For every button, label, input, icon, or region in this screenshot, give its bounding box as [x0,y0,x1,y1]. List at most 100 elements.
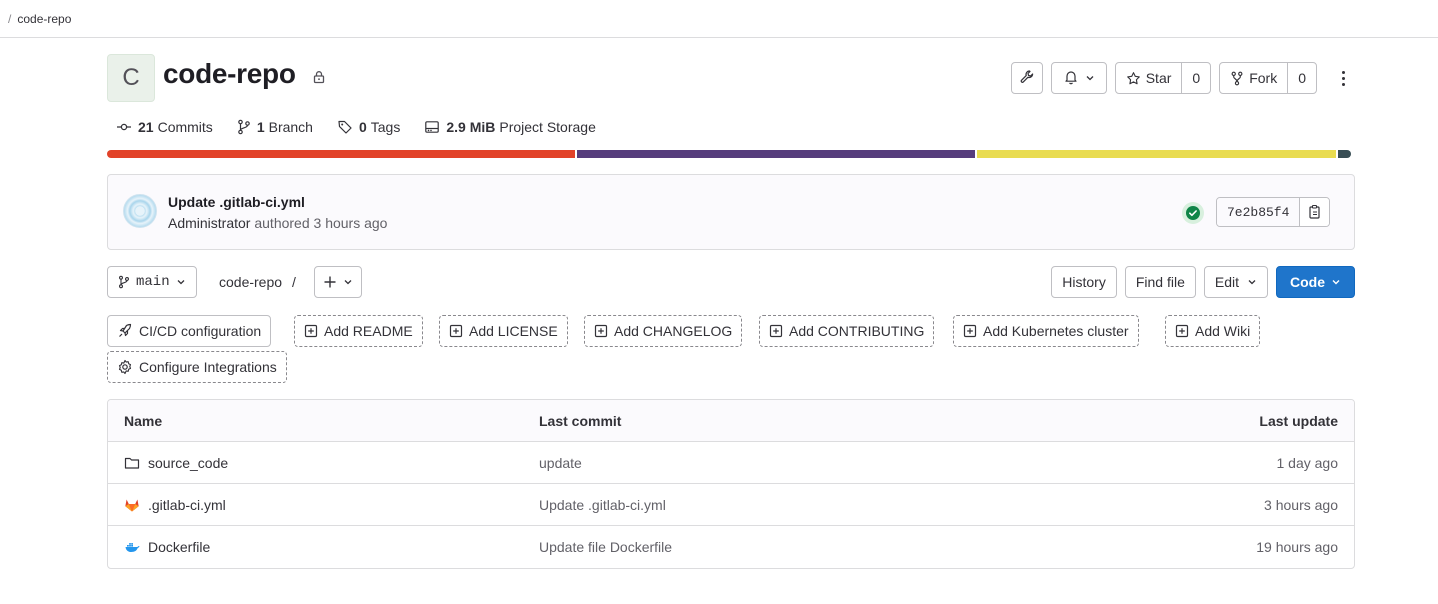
fork-button-group: Fork 0 [1219,62,1317,94]
add-changelog-button[interactable]: Add CHANGELOG [584,315,743,347]
plus-icon [323,275,337,289]
file-name-cell[interactable]: source_code [124,455,228,471]
file-name[interactable]: source_code [148,455,228,471]
disk-icon [424,119,446,135]
star-button[interactable]: Star [1116,63,1182,93]
commits-stat[interactable]: 21 Commits [116,119,213,135]
language-bar-segment[interactable] [107,150,576,158]
commit-author[interactable]: Administrator [168,215,250,231]
wrench-icon [1019,69,1035,88]
file-last-commit[interactable]: Update file Dockerfile [539,539,672,555]
add-readme-button[interactable]: Add README [294,315,423,347]
last-commit-panel: Update .gitlab-ci.yml Administrator auth… [107,174,1355,250]
column-header-last-commit: Last commit [539,412,622,429]
branch-name: main [136,274,170,290]
add-to-tree-dropdown[interactable] [314,266,362,298]
star-count[interactable]: 0 [1181,63,1210,93]
add-readme-label: Add README [324,323,413,339]
language-bar-segment[interactable] [976,150,1336,158]
storage-size: 2.9 MiB [446,119,496,135]
storage-stat[interactable]: 2.9 MiB Project Storage [424,119,596,135]
project-avatar[interactable]: C [107,54,155,102]
file-name-cell[interactable]: .gitlab-ci.yml [124,497,226,513]
plus-square-icon [1175,324,1195,338]
file-last-update: 19 hours ago [1256,539,1338,555]
history-button[interactable]: History [1051,266,1117,298]
breadcrumb-separator: / [8,11,12,26]
file-last-commit[interactable]: Update .gitlab-ci.yml [539,497,666,513]
more-actions-kebab-icon[interactable] [1331,62,1355,94]
table-row[interactable]: source_code update 1 day ago [108,442,1354,484]
column-header-last-update: Last update [1259,412,1338,429]
file-tree-table: Name Last commit Last update source_code… [107,399,1355,569]
fork-button[interactable]: Fork [1220,63,1287,93]
chevron-down-icon [176,277,186,287]
commit-icon [116,119,138,135]
pipeline-status-success-icon[interactable] [1182,202,1204,224]
add-contributing-label: Add CONTRIBUTING [789,323,925,339]
code-dropdown[interactable]: Code [1276,266,1355,298]
add-license-label: Add LICENSE [469,323,558,339]
path-root-link[interactable]: code-repo [219,274,282,290]
plus-square-icon [449,324,469,338]
language-bar-segment[interactable] [1337,150,1352,158]
branches-stat[interactable]: 1 Branch [237,119,313,135]
notifications-dropdown[interactable] [1050,62,1107,94]
chevron-down-icon [1247,277,1257,287]
file-last-update: 1 day ago [1276,454,1339,471]
cicd-configuration-button[interactable]: CI/CD configuration [107,315,272,347]
project-header: C code-repo Star 0 Fork 0 [107,54,1355,102]
settings-button[interactable] [1010,62,1043,94]
branch-icon [237,119,257,135]
commit-meta: Administrator authored 3 hours ago [168,215,387,231]
commit-sha[interactable]: 7e2b85f4 [1217,198,1300,226]
add-license-button[interactable]: Add LICENSE [439,315,568,347]
rocket-icon [117,323,139,339]
file-last-update: 3 hours ago [1264,496,1338,513]
star-label: Star [1145,70,1172,86]
plus-square-icon [594,324,614,338]
tags-count: 0 [358,119,367,135]
project-actions: Star 0 Fork 0 [1010,62,1355,94]
lock-icon [312,70,326,87]
commit-title[interactable]: Update .gitlab-ci.yml [168,194,305,210]
plus-square-icon [304,324,324,338]
branch-selector[interactable]: main [107,266,197,298]
add-wiki-button[interactable]: Add Wiki [1165,315,1261,347]
file-name[interactable]: .gitlab-ci.yml [148,497,226,513]
add-kubernetes-cluster-label: Add Kubernetes cluster [983,323,1129,339]
chevron-down-icon [343,277,353,287]
file-last-commit[interactable]: update [539,455,582,471]
add-contributing-button[interactable]: Add CONTRIBUTING [759,315,935,347]
chevron-down-icon [1331,277,1341,287]
tags-stat[interactable]: 0 Tags [337,119,400,135]
file-name[interactable]: Dockerfile [148,539,210,555]
top-breadcrumb-bar: / code-repo [0,0,1438,38]
plus-square-icon [769,324,789,338]
storage-label: Project Storage [499,119,596,135]
code-label: Code [1290,274,1325,290]
copy-sha-button[interactable] [1299,198,1330,226]
cicd-configuration-label: CI/CD configuration [139,323,262,339]
find-file-button[interactable]: Find file [1124,266,1196,298]
table-row[interactable]: .gitlab-ci.yml Update .gitlab-ci.yml 3 h… [108,484,1354,526]
tree-actions: History Find file Edit Code [1051,266,1355,298]
folder-icon [124,455,144,471]
add-kubernetes-cluster-button[interactable]: Add Kubernetes cluster [953,315,1139,347]
tags-label: Tags [370,119,401,135]
add-changelog-label: Add CHANGELOG [614,323,733,339]
star-button-group: Star 0 [1114,62,1212,94]
configure-integrations-button[interactable]: Configure Integrations [107,351,287,383]
fork-count[interactable]: 0 [1287,63,1316,93]
file-name-cell[interactable]: Dockerfile [124,539,210,555]
language-bar-segment[interactable] [577,150,975,158]
repository-languages-bar[interactable] [107,150,1355,158]
author-avatar[interactable] [123,194,157,228]
path-separator: / [291,274,296,290]
commits-label: Commits [157,119,213,135]
fork-icon [1230,71,1244,86]
project-stats: 21 Commits 1 Branch 0 Tags 2.9 MiB Proje… [107,116,1355,138]
table-row[interactable]: Dockerfile Update file Dockerfile 19 hou… [108,526,1354,568]
breadcrumb-current[interactable]: code-repo [17,12,71,26]
edit-dropdown[interactable]: Edit [1203,266,1268,298]
